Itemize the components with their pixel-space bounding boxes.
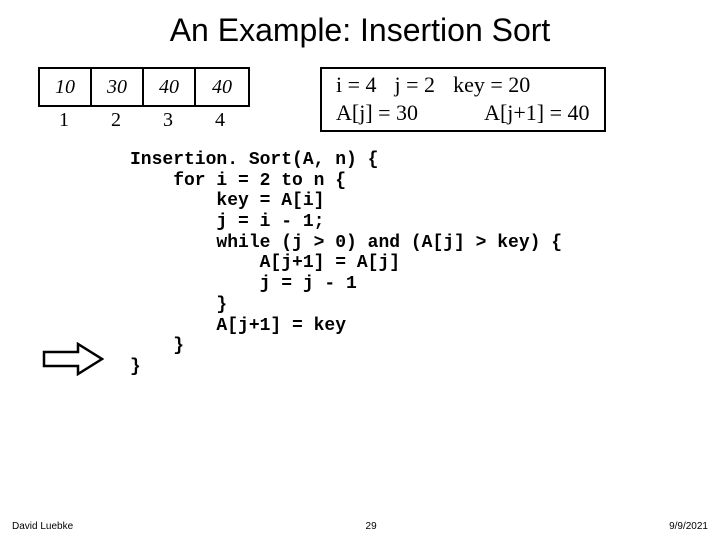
content-row: 10 30 40 40 1 2 3 4 i = 4 j = 2 key = 20… (0, 67, 720, 132)
footer-date: 9/9/2021 (669, 521, 708, 532)
array-cell: 30 (92, 69, 144, 105)
state-row: A[j] = 30 A[j+1] = 40 (336, 99, 590, 127)
array-block: 10 30 40 40 1 2 3 4 (38, 67, 250, 132)
array-cell: 40 (196, 69, 248, 105)
array-index: 1 (38, 109, 90, 132)
array-indices: 1 2 3 4 (38, 109, 246, 132)
state-j: j = 2 (395, 71, 436, 99)
array-cell: 10 (40, 69, 92, 105)
array-cell: 40 (144, 69, 196, 105)
array-index: 3 (142, 109, 194, 132)
state-aj: A[j] = 30 (336, 99, 418, 127)
arrow-icon (42, 342, 104, 376)
slide-title: An Example: Insertion Sort (0, 0, 720, 67)
array-cells: 10 30 40 40 (38, 67, 250, 107)
state-key: key = 20 (453, 71, 530, 99)
state-row: i = 4 j = 2 key = 20 (336, 71, 590, 99)
footer-author: David Luebke (12, 521, 73, 532)
state-ajp1: A[j+1] = 40 (484, 99, 589, 127)
state-i: i = 4 (336, 71, 377, 99)
footer-page: 29 (366, 521, 377, 532)
array-index: 2 (90, 109, 142, 132)
footer: David Luebke 29 9/9/2021 (12, 521, 708, 532)
state-box: i = 4 j = 2 key = 20 A[j] = 30 A[j+1] = … (320, 67, 606, 132)
array-index: 4 (194, 109, 246, 132)
code-block: Insertion. Sort(A, n) { for i = 2 to n {… (0, 150, 720, 378)
